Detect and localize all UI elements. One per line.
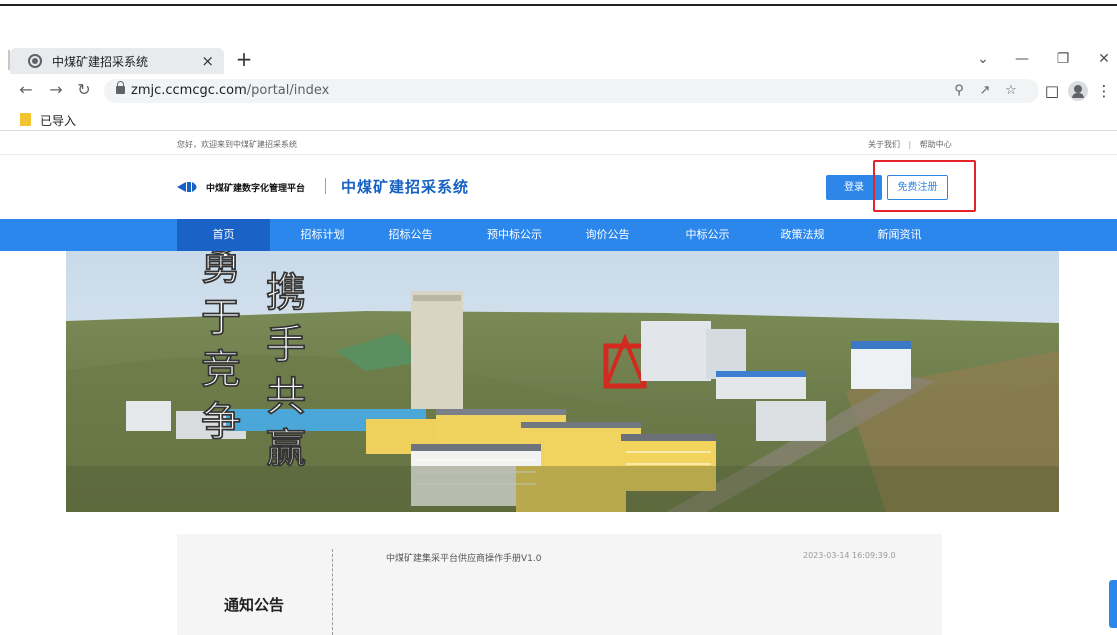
close-icon[interactable]: ✕ bbox=[1093, 50, 1115, 70]
side-panel-icon[interactable]: □ bbox=[1041, 80, 1063, 102]
back-arrow-icon[interactable]: ← bbox=[16, 80, 36, 100]
notice-item-title[interactable]: 中煤矿建集采平台供应商操作手册V1.0 bbox=[386, 551, 541, 564]
screenshot: 中煤矿建招采系统 × + ⌄ — ❐ ✕ ← → ↻ zmjc.ccmcgc.c… bbox=[0, 0, 1117, 635]
tab-title: 中煤矿建招采系统 bbox=[52, 54, 149, 69]
top-links-separator: | bbox=[908, 140, 912, 149]
url-host: zmjc.ccmcgc.com bbox=[131, 83, 247, 98]
bookmark-folder-label[interactable]: 已导入 bbox=[40, 112, 76, 129]
top-divider bbox=[0, 0, 1117, 6]
chevron-down-icon[interactable]: ⌄ bbox=[972, 50, 994, 70]
about-us-link[interactable]: 关于我们 bbox=[868, 140, 900, 149]
banner-slogan-char: 手 bbox=[266, 321, 306, 368]
notice-panel: 通知公告 中煤矿建集采平台供应商操作手册V1.0 2023-03-14 16:0… bbox=[177, 534, 942, 635]
share-icon[interactable]: ↗ bbox=[976, 82, 994, 100]
banner-slogan-column: 勇于竞争 bbox=[201, 251, 242, 445]
tab-close-icon[interactable]: × bbox=[201, 52, 214, 70]
hero-banner: 勇于竞争携手共赢 bbox=[66, 251, 1059, 512]
top-links: 关于我们 | 帮助中心 bbox=[868, 139, 952, 150]
site-title: 中煤矿建招采系统 bbox=[341, 178, 470, 196]
banner-slogan-char: 共 bbox=[266, 373, 306, 420]
welcome-text: 您好，欢迎来到中煤矿建招采系统 bbox=[177, 140, 297, 149]
banner-slogan-char: 勇 bbox=[201, 251, 241, 289]
logo-text: 中煤矿建数字化管理平台 bbox=[206, 184, 306, 194]
notice-heading: 通知公告 bbox=[224, 596, 285, 614]
zoom-icon[interactable]: ⚲ bbox=[950, 82, 968, 100]
url-text: zmjc.ccmcgc.com/portal/index bbox=[131, 83, 329, 98]
notice-item-date: 2023-03-14 16:09:39.0 bbox=[803, 551, 896, 560]
folder-icon[interactable] bbox=[20, 113, 31, 126]
banner-slogan-char: 争 bbox=[201, 398, 241, 445]
nav-item-bid-plan[interactable]: 招标计划 bbox=[276, 219, 369, 251]
banner-slogan-char: 于 bbox=[201, 294, 241, 341]
reload-icon[interactable]: ↻ bbox=[74, 80, 94, 100]
help-center-link[interactable]: 帮助中心 bbox=[920, 140, 952, 149]
nav-item-pre-award[interactable]: 预中标公示 bbox=[468, 219, 561, 251]
lock-icon[interactable] bbox=[116, 81, 125, 94]
banner-slogan-char: 赢 bbox=[266, 425, 306, 472]
main-nav: 首页 招标计划 招标公告 预中标公示 询价公告 中标公示 政策法规 新闻资讯 bbox=[0, 219, 1117, 251]
forward-arrow-icon[interactable]: → bbox=[46, 80, 66, 100]
bookmarks-bar: 已导入 bbox=[0, 107, 1117, 131]
minimize-icon[interactable]: — bbox=[1011, 50, 1033, 70]
floating-side-tab[interactable] bbox=[1109, 580, 1117, 628]
url-path: /portal/index bbox=[246, 83, 330, 98]
site-header: 中煤矿建数字化管理平台 中煤矿建招采系统 登录 免费注册 bbox=[0, 156, 1117, 218]
nav-item-news[interactable]: 新闻资讯 bbox=[853, 219, 946, 251]
star-icon[interactable]: ☆ bbox=[1002, 82, 1020, 100]
nav-item-policy[interactable]: 政策法规 bbox=[756, 219, 849, 251]
logo-divider bbox=[325, 178, 326, 194]
nav-item-award[interactable]: 中标公示 bbox=[661, 219, 754, 251]
address-bar-row: ← → ↻ zmjc.ccmcgc.com/portal/index ⚲ ↗ ☆… bbox=[0, 76, 1117, 106]
url-input[interactable]: zmjc.ccmcgc.com/portal/index ⚲ ↗ ☆ bbox=[104, 79, 1039, 103]
nav-item-bid-notice[interactable]: 招标公告 bbox=[364, 219, 457, 251]
nav-item-home[interactable]: 首页 bbox=[177, 219, 270, 251]
logo-icon bbox=[177, 182, 197, 192]
site-top-bar: 您好，欢迎来到中煤矿建招采系统 关于我们 | 帮助中心 bbox=[0, 133, 1117, 155]
globe-icon bbox=[28, 54, 42, 68]
banner-illustration: 勇于竞争携手共赢 bbox=[66, 251, 1059, 512]
banner-slogan-char: 竞 bbox=[201, 346, 241, 393]
notice-section: 通知公告 中煤矿建集采平台供应商操作手册V1.0 2023-03-14 16:0… bbox=[0, 512, 1117, 635]
browser-tab[interactable]: 中煤矿建招采系统 × bbox=[10, 48, 224, 74]
profile-avatar-icon[interactable] bbox=[1068, 81, 1088, 101]
notice-divider bbox=[332, 549, 333, 635]
banner-slogan-char: 携 bbox=[266, 269, 306, 316]
nav-item-inquiry[interactable]: 询价公告 bbox=[561, 219, 654, 251]
restore-icon[interactable]: ❐ bbox=[1052, 50, 1074, 70]
more-menu-icon[interactable]: ⋮ bbox=[1093, 80, 1115, 102]
annotation-highlight-box bbox=[873, 160, 976, 212]
browser-tab-strip: 中煤矿建招采系统 × + ⌄ — ❐ ✕ bbox=[0, 48, 1117, 74]
new-tab-button[interactable]: + bbox=[233, 48, 255, 72]
